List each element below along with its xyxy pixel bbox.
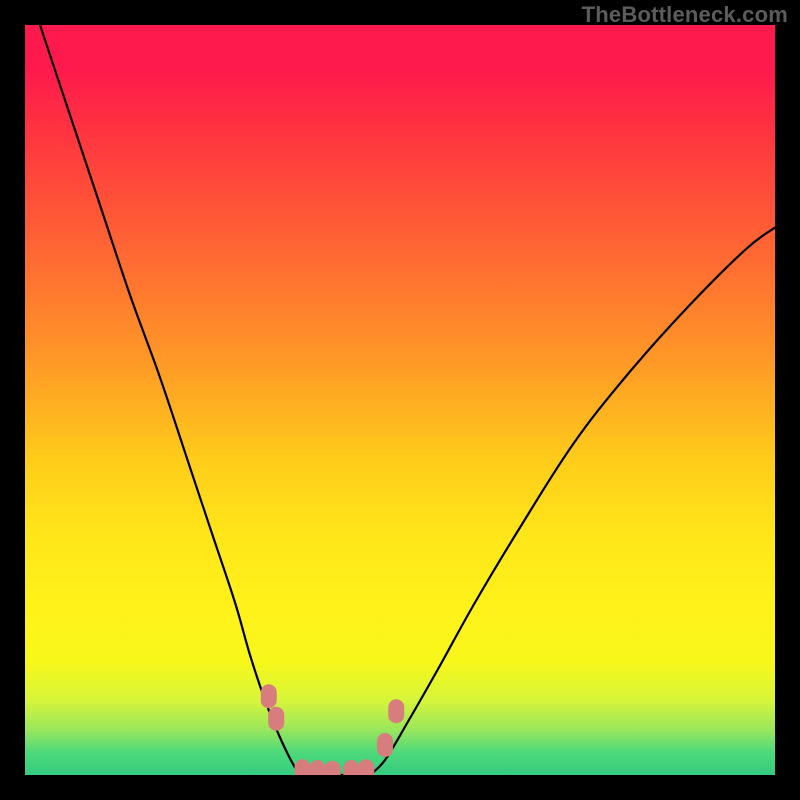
floor-marker-c (325, 761, 341, 775)
curve-left-branch (40, 25, 303, 775)
plot-area (25, 25, 775, 775)
chart-frame: TheBottleneck.com (0, 0, 800, 800)
right-marker-upper (388, 699, 404, 723)
floor-marker-a (295, 759, 311, 775)
floor-marker-b (310, 760, 326, 775)
watermark-text: TheBottleneck.com (582, 2, 788, 28)
curve-right-branch (370, 228, 775, 776)
right-marker-lower (377, 733, 393, 757)
left-marker-lower (268, 707, 284, 731)
floor-marker-e (358, 759, 374, 775)
chart-svg (25, 25, 775, 775)
floor-marker-d (343, 760, 359, 775)
left-marker-upper (261, 684, 277, 708)
